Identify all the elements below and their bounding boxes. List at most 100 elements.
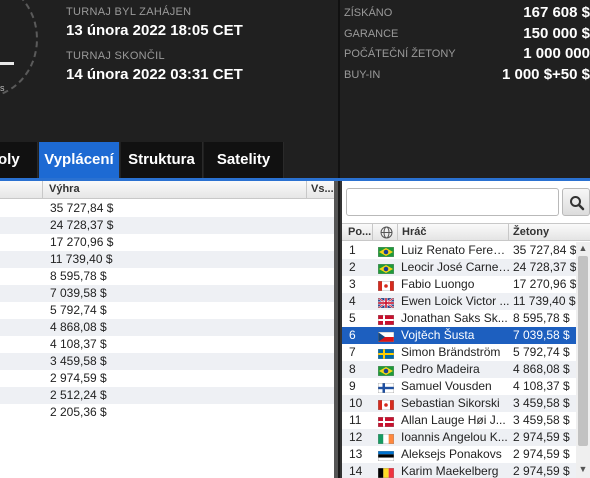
player-row[interactable]: 1 Luiz Renato Feres ... 35 727,84 $ xyxy=(342,242,576,259)
finland-flag-icon xyxy=(377,382,395,394)
scroll-up-icon[interactable]: ▲ xyxy=(578,243,588,253)
clock-dial xyxy=(0,0,38,98)
sweden-flag-icon xyxy=(377,348,395,360)
player-row[interactable]: 12 Ioannis Angelou K... 2 974,59 $ xyxy=(342,429,576,446)
player-row[interactable]: 6 Vojtěch Šusta 7 039,58 $ xyxy=(342,327,576,344)
tournament-info-panel: s TURNAJ BYL ZAHÁJEN 13 února 2022 18:05… xyxy=(0,0,590,178)
table-row: 7 039,58 $ xyxy=(0,285,338,302)
player-chips: 17 270,96 $ xyxy=(513,277,576,291)
player-row[interactable]: 10 Sebastian Sikorski 3 459,58 $ xyxy=(342,395,576,412)
globe-icon[interactable] xyxy=(380,226,393,239)
player-name: Ioannis Angelou K... xyxy=(401,430,508,444)
table-row: 17 270,96 $ xyxy=(0,234,338,251)
payout-edge xyxy=(334,181,338,478)
scroll-down-icon[interactable]: ▼ xyxy=(578,464,588,474)
player-row[interactable]: 7 Simon Brändström 5 792,74 $ xyxy=(342,344,576,361)
canada-flag-icon xyxy=(377,280,395,292)
player-name: Allan Lauge Høi J... xyxy=(401,413,506,427)
player-row[interactable]: 14 Karim Maekelberg 2 974,59 $ xyxy=(342,463,576,478)
player-list-scrollbar[interactable]: ▲ ▼ xyxy=(576,242,590,478)
ireland-flag-icon xyxy=(377,433,395,445)
prize-amount: 2 512,24 $ xyxy=(50,388,107,402)
prize-amount: 35 727,84 $ xyxy=(50,201,114,215)
estonia-flag-icon xyxy=(377,450,395,462)
table-row: 4 108,37 $ xyxy=(0,336,338,353)
prize-amount: 17 270,96 $ xyxy=(50,235,114,249)
player-name: Jonathan Saks Sk... xyxy=(401,311,508,325)
column-vs[interactable]: Vs... xyxy=(311,183,334,195)
player-chips: 24 728,37 $ xyxy=(513,260,576,274)
clock-hand-icon xyxy=(0,62,14,65)
tab-players[interactable]: oly xyxy=(0,142,38,178)
clock-suffix: s xyxy=(0,83,5,93)
search-button[interactable] xyxy=(562,188,590,216)
column-prize[interactable]: Výhra xyxy=(49,183,80,195)
player-chips: 3 459,58 $ xyxy=(513,413,570,427)
players-header: Po... Hráč Žetony xyxy=(342,223,590,241)
player-chips: 2 974,59 $ xyxy=(513,430,570,444)
player-row[interactable]: 9 Samuel Vousden 4 108,37 $ xyxy=(342,378,576,395)
column-chips[interactable]: Žetony xyxy=(513,226,549,238)
brazil-flag-icon xyxy=(377,263,395,275)
prize-amount: 24 728,37 $ xyxy=(50,218,114,232)
player-position: 13 xyxy=(349,447,363,461)
player-row[interactable]: 11 Allan Lauge Høi J... 3 459,58 $ xyxy=(342,412,576,429)
tab-satellites[interactable]: Satelity xyxy=(204,142,284,178)
player-chips: 3 459,58 $ xyxy=(513,396,570,410)
player-name: Vojtěch Šusta xyxy=(401,328,475,342)
uk-flag-icon xyxy=(377,297,395,309)
tournament-lobby: s TURNAJ BYL ZAHÁJEN 13 února 2022 18:05… xyxy=(0,0,590,478)
tab-payouts[interactable]: Vyplácení xyxy=(39,142,120,178)
player-name: Karim Maekelberg xyxy=(401,464,499,478)
player-row[interactable]: 4 Ewen Loick Victor ... 11 739,40 $ xyxy=(342,293,576,310)
column-player[interactable]: Hráč xyxy=(402,226,426,238)
player-row[interactable]: 3 Fabio Luongo 17 270,96 $ xyxy=(342,276,576,293)
ended-label: TURNAJ SKONČIL xyxy=(66,50,165,62)
column-separator xyxy=(306,181,307,199)
column-position[interactable]: Po... xyxy=(348,226,371,238)
player-row[interactable]: 8 Pedro Madeira 4 868,08 $ xyxy=(342,361,576,378)
player-chips: 5 792,74 $ xyxy=(513,345,570,359)
prize-amount: 7 039,58 $ xyxy=(50,286,107,300)
column-separator xyxy=(42,181,43,199)
player-name: Simon Brändström xyxy=(401,345,501,359)
stat-row-buyin: BUY-IN 1 000 $+50 $ xyxy=(344,66,590,86)
table-row: 2 205,36 $ xyxy=(0,404,338,421)
player-position: 4 xyxy=(349,294,356,308)
player-position: 10 xyxy=(349,396,363,410)
player-name: Ewen Loick Victor ... xyxy=(401,294,510,308)
player-name: Samuel Vousden xyxy=(401,379,492,393)
stat-value: 167 608 $ xyxy=(523,4,590,21)
scrollbar-thumb[interactable] xyxy=(578,256,588,446)
payout-table: Výhra Vs... 35 727,84 $ 24 728,37 $ 17 270… xyxy=(0,181,338,478)
player-chips: 35 727,84 $ xyxy=(513,243,576,257)
canada-flag-icon xyxy=(377,399,395,411)
player-name: Aleksejs Ponakovs xyxy=(401,447,502,461)
player-search-input[interactable] xyxy=(346,188,559,216)
prize-amount: 2 205,36 $ xyxy=(50,405,107,419)
player-position: 11 xyxy=(349,413,362,427)
denmark-flag-icon xyxy=(377,314,395,326)
prize-amount: 11 739,40 $ xyxy=(50,252,113,266)
brazil-flag-icon xyxy=(377,365,395,377)
player-name: Luiz Renato Feres ... xyxy=(401,243,511,257)
table-row: 35 727,84 $ xyxy=(0,200,338,217)
player-position: 9 xyxy=(349,379,356,393)
stat-row-prize: ZÍSKÁNO 167 608 $ xyxy=(344,4,590,24)
tab-structure[interactable]: Struktura xyxy=(121,142,203,178)
column-separator xyxy=(508,224,509,241)
player-name: Sebastian Sikorski xyxy=(401,396,500,410)
ended-value: 14 února 2022 03:31 CET xyxy=(66,66,243,83)
column-separator xyxy=(372,224,373,241)
player-position: 2 xyxy=(349,260,356,274)
player-chips: 11 739,40 $ xyxy=(513,294,576,308)
player-row[interactable]: 13 Aleksejs Ponakovs 2 974,59 $ xyxy=(342,446,576,463)
stat-row-starting-chips: POČÁTEČNÍ ŽETONY 1 000 000 xyxy=(344,45,590,65)
prize-amount: 2 974,59 $ xyxy=(50,371,107,385)
prize-amount: 4 108,37 $ xyxy=(50,337,107,351)
stat-label: ZÍSKÁNO xyxy=(344,7,393,19)
player-position: 12 xyxy=(349,430,363,444)
player-row[interactable]: 5 Jonathan Saks Sk... 8 595,78 $ xyxy=(342,310,576,327)
table-row: 11 739,40 $ xyxy=(0,251,338,268)
player-row[interactable]: 2 Leocir José Carneiro 24 728,37 $ xyxy=(342,259,576,276)
